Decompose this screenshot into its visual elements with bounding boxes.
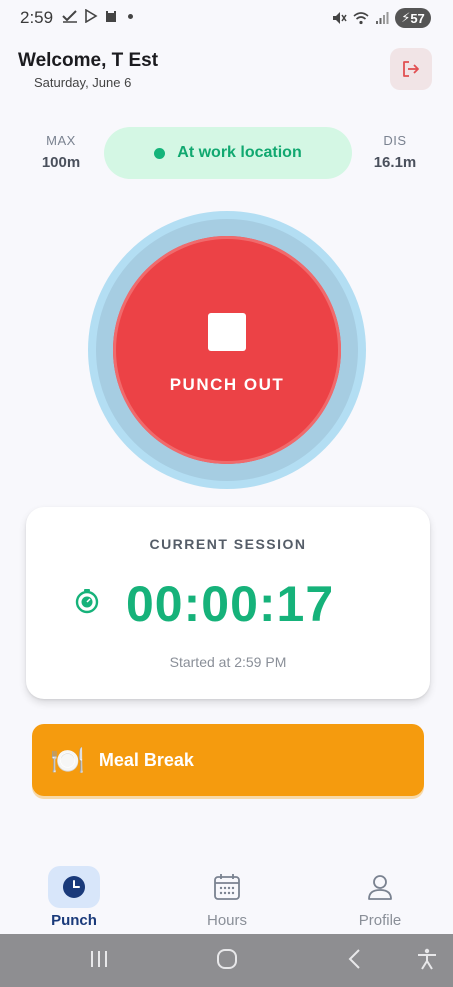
nav-punch[interactable]: Punch (24, 866, 124, 929)
nav-hours-icon-wrap (201, 866, 253, 908)
dis-value: 16.1m (373, 154, 417, 171)
nav-profile-icon-wrap (354, 866, 406, 908)
stopwatch-icon (75, 589, 99, 614)
nav-hours[interactable]: Hours (177, 866, 277, 929)
session-timer: 00:00:17 (126, 576, 335, 632)
nav-punch-label: Punch (51, 912, 97, 929)
stop-icon (208, 313, 246, 351)
nav-hours-label: Hours (206, 912, 247, 929)
meal-break-button[interactable]: 🍽️ Meal Break (32, 724, 424, 796)
logout-icon (403, 61, 419, 77)
system-navigation-bar (0, 934, 453, 987)
page-title: Welcome, T Est (18, 50, 159, 71)
bottom-navigation: Punch Hours Profile (0, 850, 453, 934)
meal-break-label: Meal Break (98, 749, 194, 770)
punch-out-label: PUNCH OUT (169, 375, 285, 394)
logout-button[interactable] (390, 48, 432, 90)
battery-level: 57 (410, 10, 425, 26)
play-store-icon (85, 9, 98, 23)
current-session-card: CURRENT SESSION 00:00:17 Started at 2:59… (26, 507, 430, 699)
more-notifications-dot (128, 13, 133, 19)
nav-punch-icon-wrap (48, 866, 100, 908)
battery-icon: ⚡ 57 (395, 8, 431, 28)
max-label: MAX (46, 133, 76, 148)
check-notification-icon (62, 10, 77, 23)
nav-profile-label: Profile (358, 912, 402, 929)
notification-icons (62, 9, 133, 23)
dis-label: DIS (383, 133, 407, 148)
status-time: 2:59 (20, 8, 54, 27)
home-icon[interactable] (215, 947, 239, 971)
recent-apps-icon[interactable] (88, 947, 110, 971)
nav-profile[interactable]: Profile (330, 866, 430, 929)
person-icon (368, 875, 392, 900)
back-icon[interactable] (345, 947, 365, 971)
calendar-icon (214, 874, 240, 900)
current-distance: DIS 16.1m (372, 133, 418, 171)
wifi-icon (353, 12, 369, 25)
page-date: Saturday, June 6 (34, 75, 132, 90)
session-start-time: Started at 2:59 PM (169, 654, 287, 670)
accessibility-icon[interactable] (415, 947, 439, 971)
signal-icon (376, 12, 389, 24)
plate-icon: 🍽️ (50, 744, 85, 776)
file-icon (106, 10, 116, 22)
location-status-dot (154, 147, 166, 159)
max-value: 100m (41, 154, 81, 171)
max-distance: MAX 100m (40, 133, 82, 171)
location-status-text: At work location (177, 144, 302, 161)
clock-icon (63, 876, 85, 898)
system-icons: ⚡ 57 (331, 8, 431, 28)
session-title: CURRENT SESSION (149, 536, 307, 552)
status-bar: 2:59 ⚡ 57 (0, 0, 453, 36)
punch-out-button[interactable]: PUNCH OUT (113, 236, 341, 464)
location-status-badge: At work location (104, 127, 352, 179)
mute-icon (333, 12, 347, 24)
